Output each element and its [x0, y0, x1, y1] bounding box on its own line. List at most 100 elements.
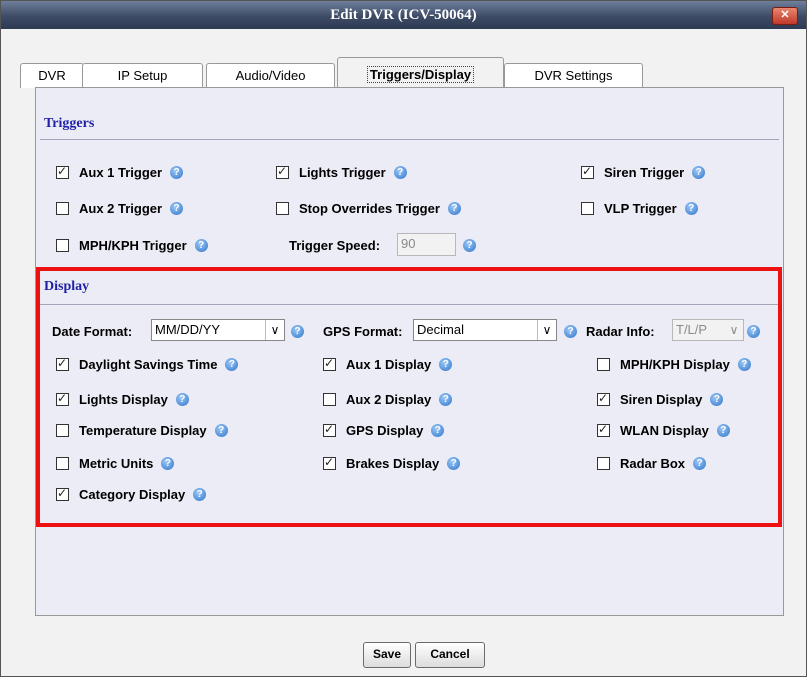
help-icon[interactable]: ?	[684, 201, 698, 215]
checkbox[interactable]	[323, 455, 336, 470]
tab-dvr-settings[interactable]: DVR Settings	[504, 63, 643, 88]
cancel-button[interactable]: Cancel	[415, 642, 485, 668]
chevron-down-icon[interactable]: ∨	[725, 320, 743, 340]
checkbox[interactable]	[56, 238, 69, 252]
checkbox[interactable]	[323, 356, 336, 371]
date-format-value: MM/DD/YY	[155, 322, 220, 337]
checkbox[interactable]	[56, 201, 69, 215]
lights-display-checkbox[interactable]: Lights Display?	[56, 390, 189, 408]
chevron-down-icon[interactable]: ∨	[537, 320, 556, 340]
help-icon[interactable]: ?	[393, 165, 407, 179]
help-icon[interactable]: ?	[710, 392, 724, 406]
tab-audio-video[interactable]: Audio/Video	[206, 63, 335, 88]
checkbox[interactable]	[56, 391, 69, 406]
radar-info-row: Radar Info:	[586, 322, 655, 340]
help-icon[interactable]: ?	[447, 456, 461, 470]
help-icon[interactable]: ?	[564, 324, 577, 338]
checkbox[interactable]	[56, 356, 69, 371]
category-display-checkbox[interactable]: Category Display?	[56, 485, 207, 503]
aux2-trigger-checkbox[interactable]: Aux 2 Trigger?	[56, 199, 184, 217]
date-format-select[interactable]: MM/DD/YY ∨	[151, 319, 285, 341]
triggers-section-title: Triggers	[44, 116, 95, 131]
help-icon[interactable]: ?	[447, 201, 461, 215]
help-icon[interactable]: ?	[161, 456, 175, 470]
help-icon[interactable]: ?	[747, 324, 760, 338]
help-icon[interactable]: ?	[170, 201, 184, 215]
gps-display-checkbox[interactable]: GPS Display?	[323, 421, 445, 439]
checkbox[interactable]	[56, 456, 69, 470]
checkbox[interactable]	[597, 391, 610, 406]
checkbox[interactable]	[581, 164, 594, 179]
date-format-row: Date Format:	[52, 322, 132, 340]
wlan-display-checkbox[interactable]: WLAN Display?	[597, 421, 730, 439]
help-icon[interactable]: ?	[175, 392, 189, 406]
aux1-display-checkbox[interactable]: Aux 1 Display?	[323, 355, 453, 373]
trigger-speed-value: 90	[401, 236, 416, 251]
siren-display-checkbox[interactable]: Siren Display?	[597, 390, 724, 408]
checkbox[interactable]	[581, 201, 594, 215]
checkbox[interactable]	[597, 357, 610, 371]
mph-kph-display-checkbox[interactable]: MPH/KPH Display?	[597, 355, 751, 373]
radar-info-select[interactable]: T/L/P ∨	[672, 319, 744, 341]
tab-panel: Triggers Aux 1 Trigger? Lights Trigger? …	[35, 87, 784, 616]
help-icon[interactable]: ?	[170, 165, 184, 179]
help-icon[interactable]: ?	[194, 238, 208, 252]
checkbox-label: Aux 1 Trigger	[79, 164, 163, 180]
chevron-down-icon[interactable]: ∨	[265, 320, 284, 340]
tab-triggers-display[interactable]: Triggers/Display	[337, 57, 504, 89]
siren-trigger-checkbox[interactable]: Siren Trigger?	[581, 163, 706, 181]
title-bar[interactable]: Edit DVR (ICV-50064) ✕	[1, 1, 806, 29]
divider	[40, 139, 779, 140]
trigger-speed-input[interactable]: 90	[397, 233, 456, 256]
help-icon[interactable]: ?	[291, 324, 304, 338]
checkbox-label: Daylight Savings Time	[79, 356, 218, 372]
trigger-speed-help: ?	[463, 236, 476, 254]
temperature-display-checkbox[interactable]: Temperature Display?	[56, 421, 228, 439]
help-icon[interactable]: ?	[692, 165, 706, 179]
checkbox-label: Stop Overrides Trigger	[299, 200, 440, 216]
checkbox-label: WLAN Display	[620, 422, 709, 438]
help-icon[interactable]: ?	[737, 357, 751, 371]
display-section-title: Display	[44, 279, 90, 294]
help-icon[interactable]: ?	[225, 357, 239, 371]
help-icon[interactable]: ?	[463, 238, 476, 252]
stop-overrides-trigger-checkbox[interactable]: Stop Overrides Trigger?	[276, 199, 461, 217]
radar-box-checkbox[interactable]: Radar Box?	[597, 454, 707, 472]
lights-trigger-checkbox[interactable]: Lights Trigger?	[276, 163, 407, 181]
gps-format-select[interactable]: Decimal ∨	[413, 319, 557, 341]
checkbox-label: Metric Units	[79, 455, 154, 471]
checkbox[interactable]	[323, 392, 336, 406]
checkbox-label: Aux 2 Display	[346, 391, 432, 407]
checkbox[interactable]	[597, 456, 610, 470]
checkbox[interactable]	[56, 486, 69, 501]
vlp-trigger-checkbox[interactable]: VLP Trigger?	[581, 199, 698, 217]
checkbox[interactable]	[276, 201, 289, 215]
save-button[interactable]: Save	[363, 642, 411, 668]
metric-units-checkbox[interactable]: Metric Units?	[56, 454, 175, 472]
daylight-savings-checkbox[interactable]: Daylight Savings Time?	[56, 355, 239, 373]
checkbox-label: Siren Trigger	[604, 164, 685, 180]
checkbox[interactable]	[276, 164, 289, 179]
aux1-trigger-checkbox[interactable]: Aux 1 Trigger?	[56, 163, 184, 181]
brakes-display-checkbox[interactable]: Brakes Display?	[323, 454, 461, 472]
help-icon[interactable]: ?	[716, 423, 730, 437]
checkbox-label: Brakes Display	[346, 455, 440, 471]
help-icon[interactable]: ?	[439, 357, 453, 371]
close-icon[interactable]: ✕	[772, 7, 798, 25]
help-icon[interactable]: ?	[193, 487, 207, 501]
checkbox-label: Radar Box	[620, 455, 686, 471]
help-icon[interactable]: ?	[431, 423, 445, 437]
mph-kph-trigger-checkbox[interactable]: MPH/KPH Trigger?	[56, 236, 208, 254]
checkbox[interactable]	[56, 423, 69, 437]
checkbox[interactable]	[323, 422, 336, 437]
help-icon[interactable]: ?	[214, 423, 228, 437]
tab-ip-setup[interactable]: IP Setup	[82, 63, 203, 88]
checkbox[interactable]	[56, 164, 69, 179]
tab-dvr[interactable]: DVR	[20, 63, 84, 88]
checkbox[interactable]	[597, 422, 610, 437]
help-icon[interactable]: ?	[439, 392, 453, 406]
help-icon[interactable]: ?	[693, 456, 707, 470]
aux2-display-checkbox[interactable]: Aux 2 Display?	[323, 390, 453, 408]
date-format-label: Date Format:	[52, 323, 133, 339]
gps-format-label: GPS Format:	[323, 323, 403, 339]
